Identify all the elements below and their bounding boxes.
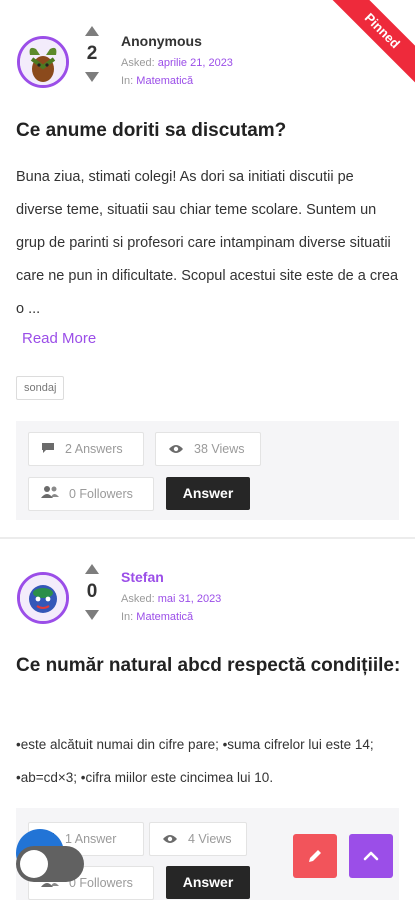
eye-icon	[162, 824, 178, 856]
vote-count: 0	[86, 581, 98, 602]
category-link[interactable]: Matematică	[136, 75, 193, 87]
author-name[interactable]: Stefan	[121, 569, 221, 587]
edit-button[interactable]	[293, 834, 337, 878]
vote-up-icon[interactable]	[85, 564, 99, 574]
question-footer: 2 Answers 38 Views 0 Followers Answer	[16, 421, 399, 520]
vote-up-icon[interactable]	[85, 26, 99, 36]
in-label: In:	[121, 611, 134, 623]
followers-count: 0 Followers	[69, 487, 133, 501]
category-line: In: Matematică	[121, 75, 233, 87]
followers-stat[interactable]: 0 Followers	[28, 477, 154, 511]
question-meta: Stefan Asked: mai 31, 2023 In: Matematic…	[121, 569, 221, 623]
question-meta: Anonymous Asked: aprilie 21, 2023 In: Ma…	[121, 33, 233, 87]
pencil-icon	[309, 850, 321, 862]
vote-count: 2	[86, 43, 98, 64]
question-excerpt: Buna ziua, stimati colegi! As dori sa in…	[16, 169, 399, 317]
answers-count: 2 Answers	[65, 442, 123, 456]
asked-line: Asked: mai 31, 2023	[121, 593, 221, 605]
followers-icon	[41, 479, 59, 511]
asked-label: Asked:	[121, 57, 155, 69]
in-label: In:	[121, 75, 134, 87]
answers-count: 1 Answer	[65, 832, 117, 846]
dark-mode-toggle[interactable]	[16, 846, 84, 882]
views-count: 4 Views	[188, 832, 232, 846]
vote-widget: 2	[80, 26, 104, 82]
question-tag[interactable]: sondaj	[16, 376, 65, 400]
category-link[interactable]: Matematică	[136, 611, 193, 623]
asked-label: Asked:	[121, 593, 155, 605]
vote-widget: 0	[80, 564, 104, 620]
asked-line: Asked: aprilie 21, 2023	[121, 57, 233, 69]
author-name: Anonymous	[121, 33, 202, 49]
toggle-knob	[20, 850, 48, 878]
asked-date-link[interactable]: aprilie 21, 2023	[158, 57, 233, 69]
pinned-ribbon: Pinned	[325, 0, 415, 90]
followers-count: 0 Followers	[69, 876, 133, 890]
question-excerpt: •este alcătuit numai din cifre pare; •su…	[16, 737, 374, 785]
comment-icon	[41, 434, 55, 466]
asked-date-link[interactable]: mai 31, 2023	[158, 593, 222, 605]
question-title[interactable]: Ce număr natural abcd respectă condițiil…	[16, 651, 401, 681]
views-stat: 38 Views	[155, 432, 261, 466]
eye-icon	[168, 434, 184, 466]
question-title[interactable]: Ce anume doriti sa discutam?	[16, 116, 401, 146]
chevron-up-icon	[363, 851, 379, 861]
pinned-label: Pinned	[326, 0, 415, 87]
answers-stat[interactable]: 2 Answers	[28, 432, 144, 466]
avatar[interactable]	[17, 36, 69, 88]
views-count: 38 Views	[194, 442, 245, 456]
vote-down-icon[interactable]	[85, 610, 99, 620]
scroll-to-top-button[interactable]	[349, 834, 393, 878]
answer-button[interactable]: Answer	[166, 477, 250, 510]
category-line: In: Matematică	[121, 611, 221, 623]
avatar[interactable]	[17, 572, 69, 624]
vote-down-icon[interactable]	[85, 72, 99, 82]
views-stat: 4 Views	[149, 822, 247, 856]
answer-button[interactable]: Answer	[166, 866, 250, 899]
question-card-1: Pinned 2 Anonymous Asked: aprilie 21, 20…	[0, 0, 415, 538]
read-more-link[interactable]: Read More	[22, 330, 96, 347]
divider	[0, 537, 415, 539]
